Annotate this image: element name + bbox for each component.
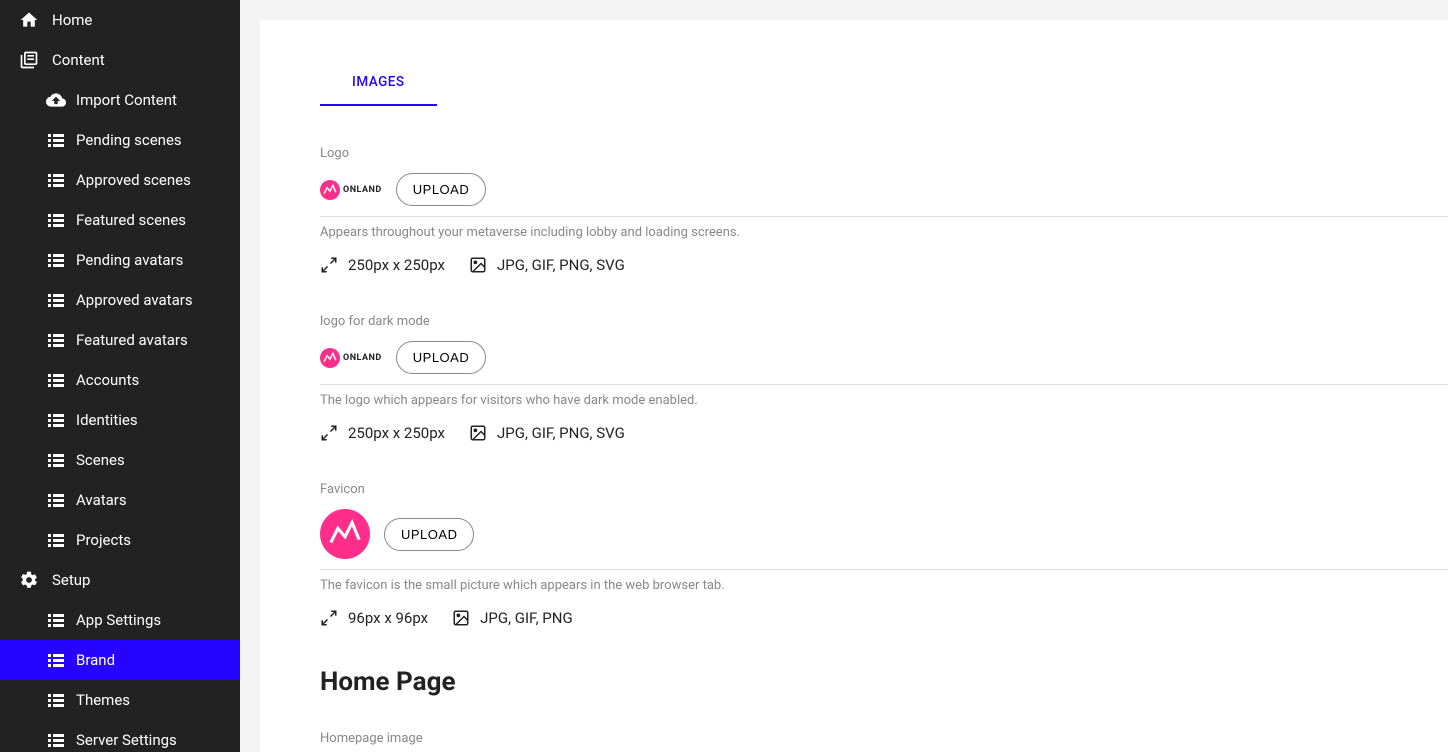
list-icon xyxy=(46,172,66,188)
dimensions-icon xyxy=(320,424,338,442)
list-icon xyxy=(46,292,66,308)
nav-projects[interactable]: Projects xyxy=(0,520,240,560)
logo-dark-meta: 250px x 250px JPG, GIF, PNG, SVG xyxy=(320,424,1448,442)
nav-sub-label: App Settings xyxy=(76,611,161,629)
logo-label: Logo xyxy=(320,146,1448,161)
list-icon xyxy=(46,212,66,228)
nav-approved-avatars[interactable]: Approved avatars xyxy=(0,280,240,320)
logo-dark-upload-button[interactable]: UPLOAD xyxy=(396,341,486,374)
list-icon xyxy=(46,692,66,708)
nav-content[interactable]: Content xyxy=(0,40,240,80)
nav-featured-avatars[interactable]: Featured avatars xyxy=(0,320,240,360)
favicon-label: Favicon xyxy=(320,482,1448,497)
nav-sub-label: Featured avatars xyxy=(76,331,188,349)
list-icon xyxy=(46,252,66,268)
brand-mark-icon xyxy=(320,348,340,368)
nav-home-label: Home xyxy=(52,11,92,29)
nav-featured-scenes[interactable]: Featured scenes xyxy=(0,200,240,240)
logo-dark-dim: 250px x 250px xyxy=(348,424,445,442)
logo-dark-label: logo for dark mode xyxy=(320,314,1448,329)
logo-dim: 250px x 250px xyxy=(348,256,445,274)
brand-text: ONLAND xyxy=(343,185,382,195)
nav-sub-label: Pending avatars xyxy=(76,251,183,269)
dimensions-icon xyxy=(320,609,338,627)
nav-avatars[interactable]: Avatars xyxy=(0,480,240,520)
nav-sub-label: Scenes xyxy=(76,451,125,469)
image-icon xyxy=(469,424,487,442)
nav-sub-label: Featured scenes xyxy=(76,211,186,229)
nav-content-label: Content xyxy=(52,51,105,69)
list-icon xyxy=(46,532,66,548)
nav-brand[interactable]: Brand xyxy=(0,640,240,680)
cloud-upload-icon xyxy=(46,92,66,108)
list-icon xyxy=(46,452,66,468)
list-icon xyxy=(46,732,66,748)
nav-import-content[interactable]: Import Content xyxy=(0,80,240,120)
list-icon xyxy=(46,492,66,508)
list-icon xyxy=(46,412,66,428)
nav-app-settings[interactable]: App Settings xyxy=(0,600,240,640)
nav-sub-label: Accounts xyxy=(76,371,139,389)
favicon-meta: 96px x 96px JPG, GIF, PNG xyxy=(320,609,1448,627)
favicon-preview-icon xyxy=(320,509,370,559)
sidebar: Home Content Import Content Pending scen… xyxy=(0,0,240,752)
favicon-row: UPLOAD xyxy=(320,509,1448,570)
nav-approved-scenes[interactable]: Approved scenes xyxy=(0,160,240,200)
list-icon xyxy=(46,372,66,388)
brand-text: ONLAND xyxy=(343,353,382,363)
tab-images[interactable]: IMAGES xyxy=(320,60,437,106)
nav-sub-label: Themes xyxy=(76,691,130,709)
logo-dark-formats: JPG, GIF, PNG, SVG xyxy=(497,424,625,442)
tab-bar: IMAGES xyxy=(320,60,1448,106)
list-icon xyxy=(46,132,66,148)
logo-dark-row: ONLAND UPLOAD xyxy=(320,341,1448,385)
favicon-dim: 96px x 96px xyxy=(348,609,428,627)
nav-sub-label: Import Content xyxy=(76,91,177,109)
nav-home[interactable]: Home xyxy=(0,0,240,40)
nav-setup[interactable]: Setup xyxy=(0,560,240,600)
nav-pending-scenes[interactable]: Pending scenes xyxy=(0,120,240,160)
list-icon xyxy=(46,332,66,348)
logo-dark-desc: The logo which appears for visitors who … xyxy=(320,393,1448,408)
list-icon xyxy=(46,652,66,668)
nav-scenes[interactable]: Scenes xyxy=(0,440,240,480)
logo-upload-button[interactable]: UPLOAD xyxy=(396,173,486,206)
nav-setup-label: Setup xyxy=(52,571,90,589)
logo-desc: Appears throughout your metaverse includ… xyxy=(320,225,1448,240)
content-icon xyxy=(18,49,40,71)
gear-icon xyxy=(18,569,40,591)
homepage-heading: Home Page xyxy=(320,667,1448,697)
nav-sub-label: Approved scenes xyxy=(76,171,191,189)
nav-accounts[interactable]: Accounts xyxy=(0,360,240,400)
brand-panel: IMAGES Logo ONLAND UPLOAD Appears throug… xyxy=(260,20,1448,752)
nav-sub-label: Approved avatars xyxy=(76,291,193,309)
logo-dark-preview: ONLAND xyxy=(320,348,382,368)
brand-mark-icon xyxy=(320,180,340,200)
homepage-image-label: Homepage image xyxy=(320,731,1448,746)
nav-sub-label: Avatars xyxy=(76,491,127,509)
nav-sub-label: Brand xyxy=(76,651,115,669)
nav-themes[interactable]: Themes xyxy=(0,680,240,720)
favicon-upload-button[interactable]: UPLOAD xyxy=(384,518,474,551)
main-area: IMAGES Logo ONLAND UPLOAD Appears throug… xyxy=(240,0,1448,752)
nav-sub-label: Pending scenes xyxy=(76,131,182,149)
logo-meta: 250px x 250px JPG, GIF, PNG, SVG xyxy=(320,256,1448,274)
nav-pending-avatars[interactable]: Pending avatars xyxy=(0,240,240,280)
logo-formats: JPG, GIF, PNG, SVG xyxy=(497,256,625,274)
list-icon xyxy=(46,612,66,628)
logo-preview: ONLAND xyxy=(320,180,382,200)
logo-row: ONLAND UPLOAD xyxy=(320,173,1448,217)
dimensions-icon xyxy=(320,256,338,274)
nav-sub-label: Server Settings xyxy=(76,731,177,749)
nav-sub-label: Identities xyxy=(76,411,138,429)
nav-server-settings[interactable]: Server Settings xyxy=(0,720,240,752)
favicon-formats: JPG, GIF, PNG xyxy=(480,609,573,627)
nav-sub-label: Projects xyxy=(76,531,131,549)
favicon-desc: The favicon is the small picture which a… xyxy=(320,578,1448,593)
nav-identities[interactable]: Identities xyxy=(0,400,240,440)
image-icon xyxy=(469,256,487,274)
home-icon xyxy=(18,9,40,31)
image-icon xyxy=(452,609,470,627)
